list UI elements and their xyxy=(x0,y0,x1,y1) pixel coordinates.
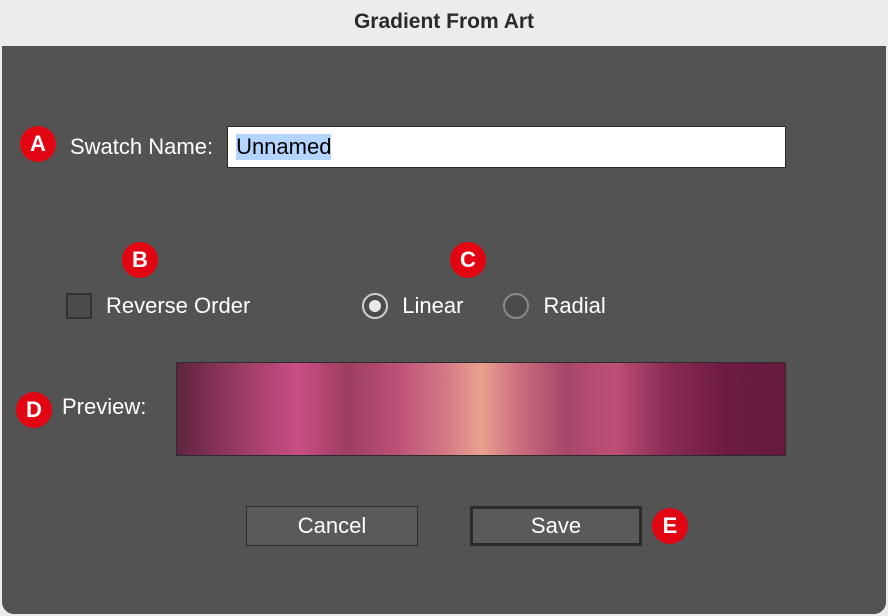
swatch-name-label: Swatch Name: xyxy=(70,134,213,160)
button-row: Cancel Save xyxy=(2,506,886,546)
callout-b: B xyxy=(122,242,158,278)
swatch-name-input[interactable] xyxy=(227,126,786,168)
radial-radio[interactable] xyxy=(503,293,529,319)
callout-c: C xyxy=(450,242,486,278)
linear-label: Linear xyxy=(402,293,463,319)
radio-dot-icon xyxy=(369,300,381,312)
options-row: Reverse Order Linear Radial xyxy=(66,286,826,326)
radial-label: Radial xyxy=(543,293,605,319)
cancel-button[interactable]: Cancel xyxy=(246,506,418,546)
dialog-panel: A B C D E Swatch Name: Reverse Order Lin… xyxy=(2,46,886,614)
swatch-name-row: Swatch Name: xyxy=(70,126,786,168)
linear-radio[interactable] xyxy=(362,293,388,319)
reverse-order-checkbox[interactable] xyxy=(66,293,92,319)
preview-label: Preview: xyxy=(62,394,146,420)
dialog-title: Gradient From Art xyxy=(0,0,888,44)
callout-a: A xyxy=(20,126,56,162)
gradient-preview xyxy=(176,362,786,456)
save-button[interactable]: Save xyxy=(470,506,642,546)
callout-d: D xyxy=(16,392,52,428)
reverse-order-label: Reverse Order xyxy=(106,293,250,319)
